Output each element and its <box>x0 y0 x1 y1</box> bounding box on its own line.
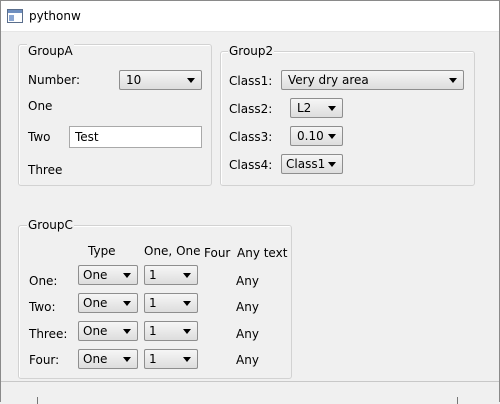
group-2-title: Group2 <box>228 44 275 58</box>
chevron-down-icon <box>123 357 131 362</box>
one-label: One <box>28 99 53 113</box>
row-three-any-text: Any <box>236 327 259 341</box>
chevron-down-icon <box>183 301 191 306</box>
row-four-type-value: One <box>83 352 108 366</box>
row-two-any-text: Any <box>236 300 259 314</box>
row-one-label: One: <box>29 274 58 288</box>
app-window: pythonw GroupA Number: 10 One Two Three … <box>0 0 500 402</box>
title-bar[interactable]: pythonw <box>1 1 499 32</box>
python-window-icon <box>7 9 23 23</box>
row-two-type-value: One <box>83 296 108 310</box>
class2-combobox-value: L2 <box>297 101 312 115</box>
two-label: Two <box>28 130 51 144</box>
row-one-number-value: 1 <box>149 268 157 282</box>
desktop-divider <box>37 397 38 404</box>
row-three-type-value: One <box>83 324 108 338</box>
chevron-down-icon <box>183 329 191 334</box>
row-one-number-combobox[interactable]: 1 <box>144 265 198 285</box>
class2-label: Class2: <box>229 102 273 116</box>
row-one-type-value: One <box>83 268 108 282</box>
chevron-down-icon <box>183 357 191 362</box>
number-label: Number: <box>28 73 81 87</box>
chevron-down-icon <box>328 106 336 111</box>
class3-combobox-value: 0.10 <box>297 129 324 143</box>
row-one-any-text: Any <box>236 274 259 288</box>
window-title: pythonw <box>29 9 81 23</box>
row-two-number-value: 1 <box>149 296 157 310</box>
number-combobox[interactable]: 10 <box>119 70 202 90</box>
window-bottom-edge <box>1 381 499 402</box>
row-four-type-combobox[interactable]: One <box>78 349 138 369</box>
chevron-down-icon <box>449 78 457 83</box>
chevron-down-icon <box>123 273 131 278</box>
chevron-down-icon <box>328 134 336 139</box>
chevron-down-icon <box>187 78 195 83</box>
row-three-type-combobox[interactable]: One <box>78 321 138 341</box>
chevron-down-icon <box>123 329 131 334</box>
one-one-column-header: One, One <box>144 244 201 258</box>
group-c-title: GroupC <box>27 218 74 232</box>
class1-label: Class1: <box>229 74 273 88</box>
chevron-down-icon <box>123 301 131 306</box>
row-two-type-combobox[interactable]: One <box>78 293 138 313</box>
class4-combobox[interactable]: Class1 <box>281 154 343 174</box>
row-three-number-combobox[interactable]: 1 <box>144 321 198 341</box>
number-combobox-value: 10 <box>126 73 142 87</box>
desktop-divider <box>457 397 458 404</box>
four-column-header: Four <box>204 246 231 260</box>
three-label: Three <box>28 163 63 177</box>
class3-label: Class3: <box>229 130 273 144</box>
class4-label: Class4: <box>229 158 273 172</box>
row-three-label: Three: <box>29 327 68 341</box>
class1-combobox-value: Very dry area <box>288 73 369 87</box>
row-three-number-value: 1 <box>149 324 157 338</box>
class4-combobox-value: Class1 <box>286 157 326 171</box>
type-column-header: Type <box>88 244 116 258</box>
group-a-title: GroupA <box>27 44 74 58</box>
chevron-down-icon <box>328 162 336 167</box>
class3-combobox[interactable]: 0.10 <box>290 126 343 146</box>
chevron-down-icon <box>183 273 191 278</box>
any-text-column-header: Any text <box>237 246 288 260</box>
class2-combobox[interactable]: L2 <box>290 98 343 118</box>
row-four-any-text: Any <box>236 353 259 367</box>
row-one-type-combobox[interactable]: One <box>78 265 138 285</box>
two-text-field[interactable] <box>69 126 202 148</box>
row-four-number-combobox[interactable]: 1 <box>144 349 198 369</box>
row-four-label: Four: <box>29 353 60 367</box>
class1-combobox[interactable]: Very dry area <box>281 70 464 90</box>
row-two-number-combobox[interactable]: 1 <box>144 293 198 313</box>
row-four-number-value: 1 <box>149 352 157 366</box>
row-two-label: Two: <box>29 300 56 314</box>
